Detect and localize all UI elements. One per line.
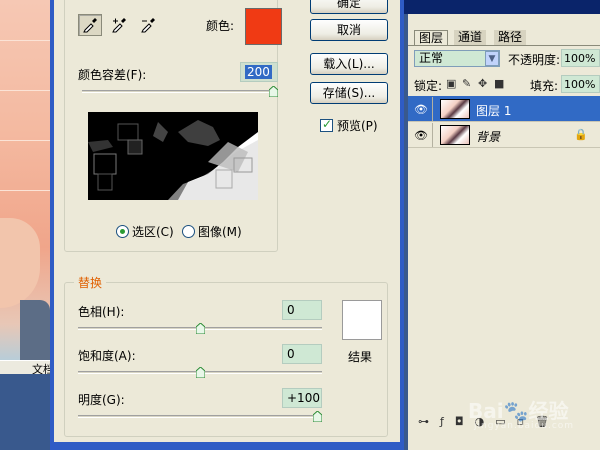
saturation-slider[interactable] bbox=[78, 367, 322, 379]
preview-checkbox-label: 预览(P) bbox=[337, 119, 378, 133]
layer-mask-icon[interactable]: ◘ bbox=[455, 415, 464, 428]
radio-button-icon[interactable] bbox=[116, 225, 129, 238]
watermark-url: jingyan.baidu.com bbox=[474, 421, 575, 431]
replace-legend: 替换 bbox=[74, 274, 107, 291]
color-label: 颜色: bbox=[206, 19, 235, 33]
slider-thumb-icon[interactable] bbox=[195, 367, 205, 378]
replace-color-dialog: 颜色: 颜色容差(F): 200 选区(C) 图像(M) 确定 取消 载入(L)… bbox=[50, 0, 404, 450]
eyedropper-minus-button[interactable] bbox=[136, 14, 160, 36]
layer-row[interactable]: 👁 背景 🔒 bbox=[408, 122, 600, 148]
lock-all-icon[interactable]: ■ bbox=[494, 77, 504, 90]
sample-color-swatch[interactable] bbox=[245, 8, 282, 45]
hue-slider[interactable] bbox=[78, 323, 322, 335]
workspace-background bbox=[0, 374, 50, 450]
selection-preview bbox=[88, 112, 258, 200]
selection-radio[interactable]: 选区(C) bbox=[116, 223, 174, 240]
eyedropper-icon bbox=[83, 18, 97, 33]
eyedropper-tool-button[interactable] bbox=[78, 14, 102, 36]
watermark-logo: Bai🐾经验 jingyan.baidu.com bbox=[468, 395, 598, 431]
selection-radio-label: 选区(C) bbox=[132, 225, 174, 239]
divider bbox=[432, 97, 433, 121]
watermark-paw-icon: 🐾 bbox=[503, 399, 529, 423]
fuzziness-input[interactable]: 200 bbox=[240, 62, 278, 82]
layer-thumbnail bbox=[440, 99, 470, 119]
divider bbox=[432, 123, 433, 147]
layer-thumbnail bbox=[440, 125, 470, 145]
eyedropper-plus-icon bbox=[112, 18, 126, 33]
lock-label: 锁定: bbox=[414, 79, 443, 93]
fill-label: 填充: bbox=[530, 79, 559, 93]
fuzziness-slider[interactable] bbox=[82, 86, 278, 98]
ok-button[interactable]: 确定 bbox=[310, 0, 388, 14]
dialog-body: 颜色: 颜色容差(F): 200 选区(C) 图像(M) 确定 取消 载入(L)… bbox=[54, 0, 400, 442]
slider-thumb-icon[interactable] bbox=[313, 411, 322, 422]
lightness-label: 明度(G): bbox=[78, 393, 125, 407]
lock-transparency-icon[interactable]: ▣ bbox=[446, 77, 456, 90]
fill-input[interactable]: 100% bbox=[561, 75, 600, 93]
tab-paths[interactable]: 路径 bbox=[494, 30, 527, 46]
saturation-label: 饱和度(A): bbox=[78, 349, 136, 363]
lock-position-icon[interactable]: ✥ bbox=[478, 77, 487, 90]
layer-name: 图层 1 bbox=[476, 104, 512, 118]
fuzziness-value: 200 bbox=[245, 65, 272, 79]
link-layers-icon[interactable]: ⊶ bbox=[418, 415, 429, 428]
saturation-input[interactable]: 0 bbox=[282, 344, 322, 364]
lightness-slider[interactable] bbox=[78, 411, 322, 423]
canvas-hair bbox=[20, 300, 50, 360]
tabs-divider bbox=[408, 45, 600, 46]
lock-icon: 🔒 bbox=[574, 128, 588, 141]
layers-panel-titlebar[interactable] bbox=[404, 0, 600, 14]
layer-style-icon[interactable]: ƒ bbox=[440, 415, 444, 428]
eyedropper-minus-icon bbox=[141, 18, 155, 33]
result-color-swatch[interactable] bbox=[342, 300, 382, 340]
canvas-hand bbox=[0, 218, 40, 308]
checkbox-icon[interactable] bbox=[320, 117, 333, 132]
cancel-button[interactable]: 取消 bbox=[310, 19, 388, 41]
lightness-input[interactable]: +100 bbox=[282, 388, 322, 408]
image-radio-label: 图像(M) bbox=[198, 225, 242, 239]
visibility-eye-icon[interactable]: 👁 bbox=[414, 129, 428, 142]
watermark-brand-cn: 经验 bbox=[528, 399, 569, 423]
lock-paint-icon[interactable]: ✎ bbox=[462, 77, 471, 90]
opacity-input[interactable]: 100% bbox=[561, 49, 600, 67]
slider-track bbox=[82, 90, 278, 93]
document-status-bar: 文档 bbox=[0, 360, 56, 376]
preview-checkbox[interactable]: 预览(P) bbox=[320, 117, 378, 134]
load-button[interactable]: 载入(L)... bbox=[310, 53, 388, 75]
eyedropper-plus-button[interactable] bbox=[107, 14, 131, 36]
result-label: 结果 bbox=[348, 350, 373, 364]
slider-thumb-icon[interactable] bbox=[269, 86, 278, 97]
slider-track bbox=[78, 415, 322, 418]
chevron-down-icon[interactable]: ▼ bbox=[485, 51, 499, 66]
watermark-brand: Bai bbox=[468, 399, 504, 423]
hue-label: 色相(H): bbox=[78, 305, 125, 319]
layer-name: 背景 bbox=[476, 130, 501, 144]
visibility-eye-icon[interactable]: 👁 bbox=[414, 103, 428, 116]
fuzziness-label: 颜色容差(F): bbox=[78, 68, 147, 82]
opacity-label: 不透明度: bbox=[508, 53, 561, 67]
tab-channels[interactable]: 通道 bbox=[454, 30, 487, 46]
radio-button-icon[interactable] bbox=[182, 225, 195, 238]
tab-layers[interactable]: 图层 bbox=[414, 30, 449, 46]
slider-thumb-icon[interactable] bbox=[195, 323, 205, 334]
save-button[interactable]: 存储(S)... bbox=[310, 82, 388, 104]
hue-input[interactable]: 0 bbox=[282, 300, 322, 320]
image-radio[interactable]: 图像(M) bbox=[182, 223, 242, 240]
layer-row[interactable]: 👁 图层 1 bbox=[408, 96, 600, 122]
